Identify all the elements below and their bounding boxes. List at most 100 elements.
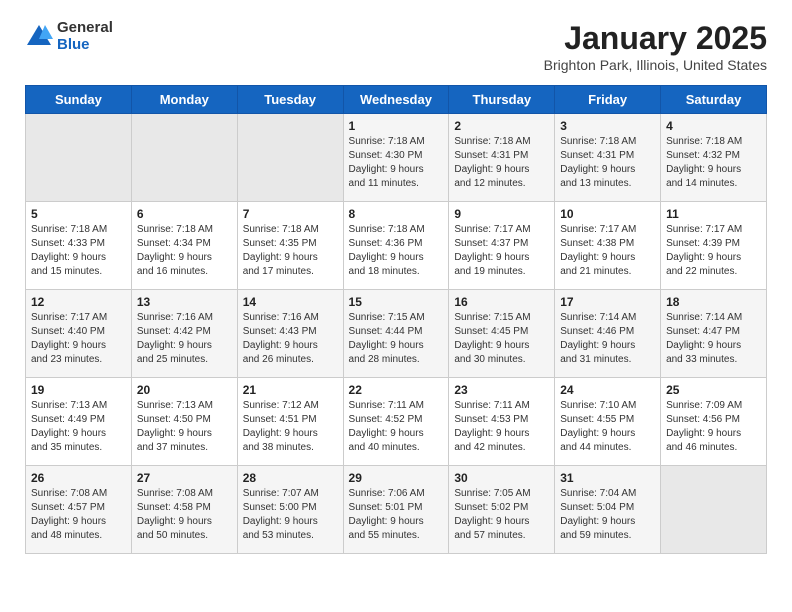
calendar-cell: 31 Sunrise: 7:04 AM Sunset: 5:04 PM Dayli… — [555, 466, 661, 554]
logo-text: General Blue — [57, 20, 113, 53]
day-number: 3 — [560, 119, 655, 133]
calendar-cell: 27 Sunrise: 7:08 AM Sunset: 4:58 PM Dayli… — [131, 466, 237, 554]
day-info: Sunrise: 7:11 AM Sunset: 4:52 PM Dayligh… — [349, 399, 444, 455]
week-row-1: 1 Sunrise: 7:18 AM Sunset: 4:30 PM Daylig… — [26, 114, 767, 202]
logo-blue: Blue — [57, 37, 113, 54]
day-number: 31 — [560, 471, 655, 485]
day-number: 15 — [349, 295, 444, 309]
day-number: 10 — [560, 207, 655, 221]
day-number: 12 — [31, 295, 126, 309]
week-row-5: 26 Sunrise: 7:08 AM Sunset: 4:57 PM Dayli… — [26, 466, 767, 554]
calendar-title: January 2025 — [544, 20, 767, 57]
calendar-cell: 10 Sunrise: 7:17 AM Sunset: 4:38 PM Dayli… — [555, 202, 661, 290]
day-number: 26 — [31, 471, 126, 485]
day-info: Sunrise: 7:15 AM Sunset: 4:44 PM Dayligh… — [349, 311, 444, 367]
day-info: Sunrise: 7:17 AM Sunset: 4:38 PM Dayligh… — [560, 223, 655, 279]
day-number: 25 — [666, 383, 761, 397]
day-number: 9 — [454, 207, 549, 221]
day-info: Sunrise: 7:10 AM Sunset: 4:55 PM Dayligh… — [560, 399, 655, 455]
calendar-cell: 23Sunrise: 7:11 AM Sunset: 4:53 PM Dayli… — [449, 378, 555, 466]
day-info: Sunrise: 7:18 AM Sunset: 4:31 PM Dayligh… — [454, 135, 549, 191]
calendar-body: 1 Sunrise: 7:18 AM Sunset: 4:30 PM Daylig… — [26, 114, 767, 554]
week-row-2: 5Sunrise: 7:18 AM Sunset: 4:33 PM Daylig… — [26, 202, 767, 290]
title-block: January 2025 Brighton Park, Illinois, Un… — [544, 20, 767, 73]
day-info: Sunrise: 7:09 AM Sunset: 4:56 PM Dayligh… — [666, 399, 761, 455]
day-info: Sunrise: 7:18 AM Sunset: 4:33 PM Dayligh… — [31, 223, 126, 279]
calendar-table: SundayMondayTuesdayWednesdayThursdayFrid… — [25, 85, 767, 554]
day-info: Sunrise: 7:05 AM Sunset: 5:02 PM Dayligh… — [454, 487, 549, 543]
day-number: 27 — [137, 471, 232, 485]
day-info: Sunrise: 7:15 AM Sunset: 4:45 PM Dayligh… — [454, 311, 549, 367]
calendar-cell: 17 Sunrise: 7:14 AM Sunset: 4:46 PM Dayli… — [555, 290, 661, 378]
calendar-cell: 7Sunrise: 7:18 AM Sunset: 4:35 PM Daylig… — [237, 202, 343, 290]
day-info: Sunrise: 7:13 AM Sunset: 4:50 PM Dayligh… — [137, 399, 232, 455]
calendar-header: SundayMondayTuesdayWednesdayThursdayFrid… — [26, 86, 767, 114]
calendar-cell: 24 Sunrise: 7:10 AM Sunset: 4:55 PM Dayli… — [555, 378, 661, 466]
calendar-cell: 1 Sunrise: 7:18 AM Sunset: 4:30 PM Daylig… — [343, 114, 449, 202]
calendar-cell: 14Sunrise: 7:16 AM Sunset: 4:43 PM Dayli… — [237, 290, 343, 378]
day-number: 20 — [137, 383, 232, 397]
day-info: Sunrise: 7:18 AM Sunset: 4:35 PM Dayligh… — [243, 223, 338, 279]
day-number: 21 — [243, 383, 338, 397]
page-header: General Blue January 2025 Brighton Park,… — [25, 20, 767, 73]
day-number: 18 — [666, 295, 761, 309]
week-row-3: 12 Sunrise: 7:17 AM Sunset: 4:40 PM Dayli… — [26, 290, 767, 378]
calendar-cell: 15 Sunrise: 7:15 AM Sunset: 4:44 PM Dayli… — [343, 290, 449, 378]
day-number: 28 — [243, 471, 338, 485]
day-number: 11 — [666, 207, 761, 221]
day-number: 29 — [349, 471, 444, 485]
day-info: Sunrise: 7:14 AM Sunset: 4:46 PM Dayligh… — [560, 311, 655, 367]
day-number: 22 — [349, 383, 444, 397]
calendar-cell: 2 Sunrise: 7:18 AM Sunset: 4:31 PM Daylig… — [449, 114, 555, 202]
day-info: Sunrise: 7:07 AM Sunset: 5:00 PM Dayligh… — [243, 487, 338, 543]
calendar-cell: 26 Sunrise: 7:08 AM Sunset: 4:57 PM Dayli… — [26, 466, 132, 554]
day-info: Sunrise: 7:17 AM Sunset: 4:40 PM Dayligh… — [31, 311, 126, 367]
calendar-cell: 6 Sunrise: 7:18 AM Sunset: 4:34 PM Daylig… — [131, 202, 237, 290]
day-info: Sunrise: 7:18 AM Sunset: 4:34 PM Dayligh… — [137, 223, 232, 279]
calendar-cell: 25 Sunrise: 7:09 AM Sunset: 4:56 PM Dayli… — [661, 378, 767, 466]
day-number: 4 — [666, 119, 761, 133]
day-info: Sunrise: 7:16 AM Sunset: 4:43 PM Dayligh… — [243, 311, 338, 367]
calendar-cell: 13 Sunrise: 7:16 AM Sunset: 4:42 PM Dayli… — [131, 290, 237, 378]
calendar-cell — [661, 466, 767, 554]
calendar-cell — [26, 114, 132, 202]
calendar-cell: 30 Sunrise: 7:05 AM Sunset: 5:02 PM Dayli… — [449, 466, 555, 554]
calendar-cell: 28 Sunrise: 7:07 AM Sunset: 5:00 PM Dayli… — [237, 466, 343, 554]
day-number: 17 — [560, 295, 655, 309]
calendar-cell: 4Sunrise: 7:18 AM Sunset: 4:32 PM Daylig… — [661, 114, 767, 202]
day-info: Sunrise: 7:11 AM Sunset: 4:53 PM Dayligh… — [454, 399, 549, 455]
header-saturday: Saturday — [661, 86, 767, 114]
calendar-cell: 11Sunrise: 7:17 AM Sunset: 4:39 PM Dayli… — [661, 202, 767, 290]
header-tuesday: Tuesday — [237, 86, 343, 114]
day-number: 30 — [454, 471, 549, 485]
logo: General Blue — [25, 20, 113, 53]
day-number: 2 — [454, 119, 549, 133]
day-info: Sunrise: 7:18 AM Sunset: 4:30 PM Dayligh… — [349, 135, 444, 191]
calendar-cell — [237, 114, 343, 202]
day-number: 16 — [454, 295, 549, 309]
calendar-cell: 16 Sunrise: 7:15 AM Sunset: 4:45 PM Dayli… — [449, 290, 555, 378]
day-info: Sunrise: 7:16 AM Sunset: 4:42 PM Dayligh… — [137, 311, 232, 367]
day-number: 13 — [137, 295, 232, 309]
day-info: Sunrise: 7:17 AM Sunset: 4:37 PM Dayligh… — [454, 223, 549, 279]
day-info: Sunrise: 7:08 AM Sunset: 4:57 PM Dayligh… — [31, 487, 126, 543]
calendar-cell: 22 Sunrise: 7:11 AM Sunset: 4:52 PM Dayli… — [343, 378, 449, 466]
calendar-cell: 9 Sunrise: 7:17 AM Sunset: 4:37 PM Daylig… — [449, 202, 555, 290]
calendar-cell: 29 Sunrise: 7:06 AM Sunset: 5:01 PM Dayli… — [343, 466, 449, 554]
header-sunday: Sunday — [26, 86, 132, 114]
header-wednesday: Wednesday — [343, 86, 449, 114]
header-monday: Monday — [131, 86, 237, 114]
day-info: Sunrise: 7:08 AM Sunset: 4:58 PM Dayligh… — [137, 487, 232, 543]
logo-icon — [25, 23, 53, 51]
header-thursday: Thursday — [449, 86, 555, 114]
day-number: 24 — [560, 383, 655, 397]
day-info: Sunrise: 7:18 AM Sunset: 4:36 PM Dayligh… — [349, 223, 444, 279]
calendar-subtitle: Brighton Park, Illinois, United States — [544, 57, 767, 73]
day-info: Sunrise: 7:14 AM Sunset: 4:47 PM Dayligh… — [666, 311, 761, 367]
day-number: 19 — [31, 383, 126, 397]
calendar-cell: 5Sunrise: 7:18 AM Sunset: 4:33 PM Daylig… — [26, 202, 132, 290]
day-number: 1 — [349, 119, 444, 133]
day-number: 6 — [137, 207, 232, 221]
day-info: Sunrise: 7:06 AM Sunset: 5:01 PM Dayligh… — [349, 487, 444, 543]
day-info: Sunrise: 7:04 AM Sunset: 5:04 PM Dayligh… — [560, 487, 655, 543]
